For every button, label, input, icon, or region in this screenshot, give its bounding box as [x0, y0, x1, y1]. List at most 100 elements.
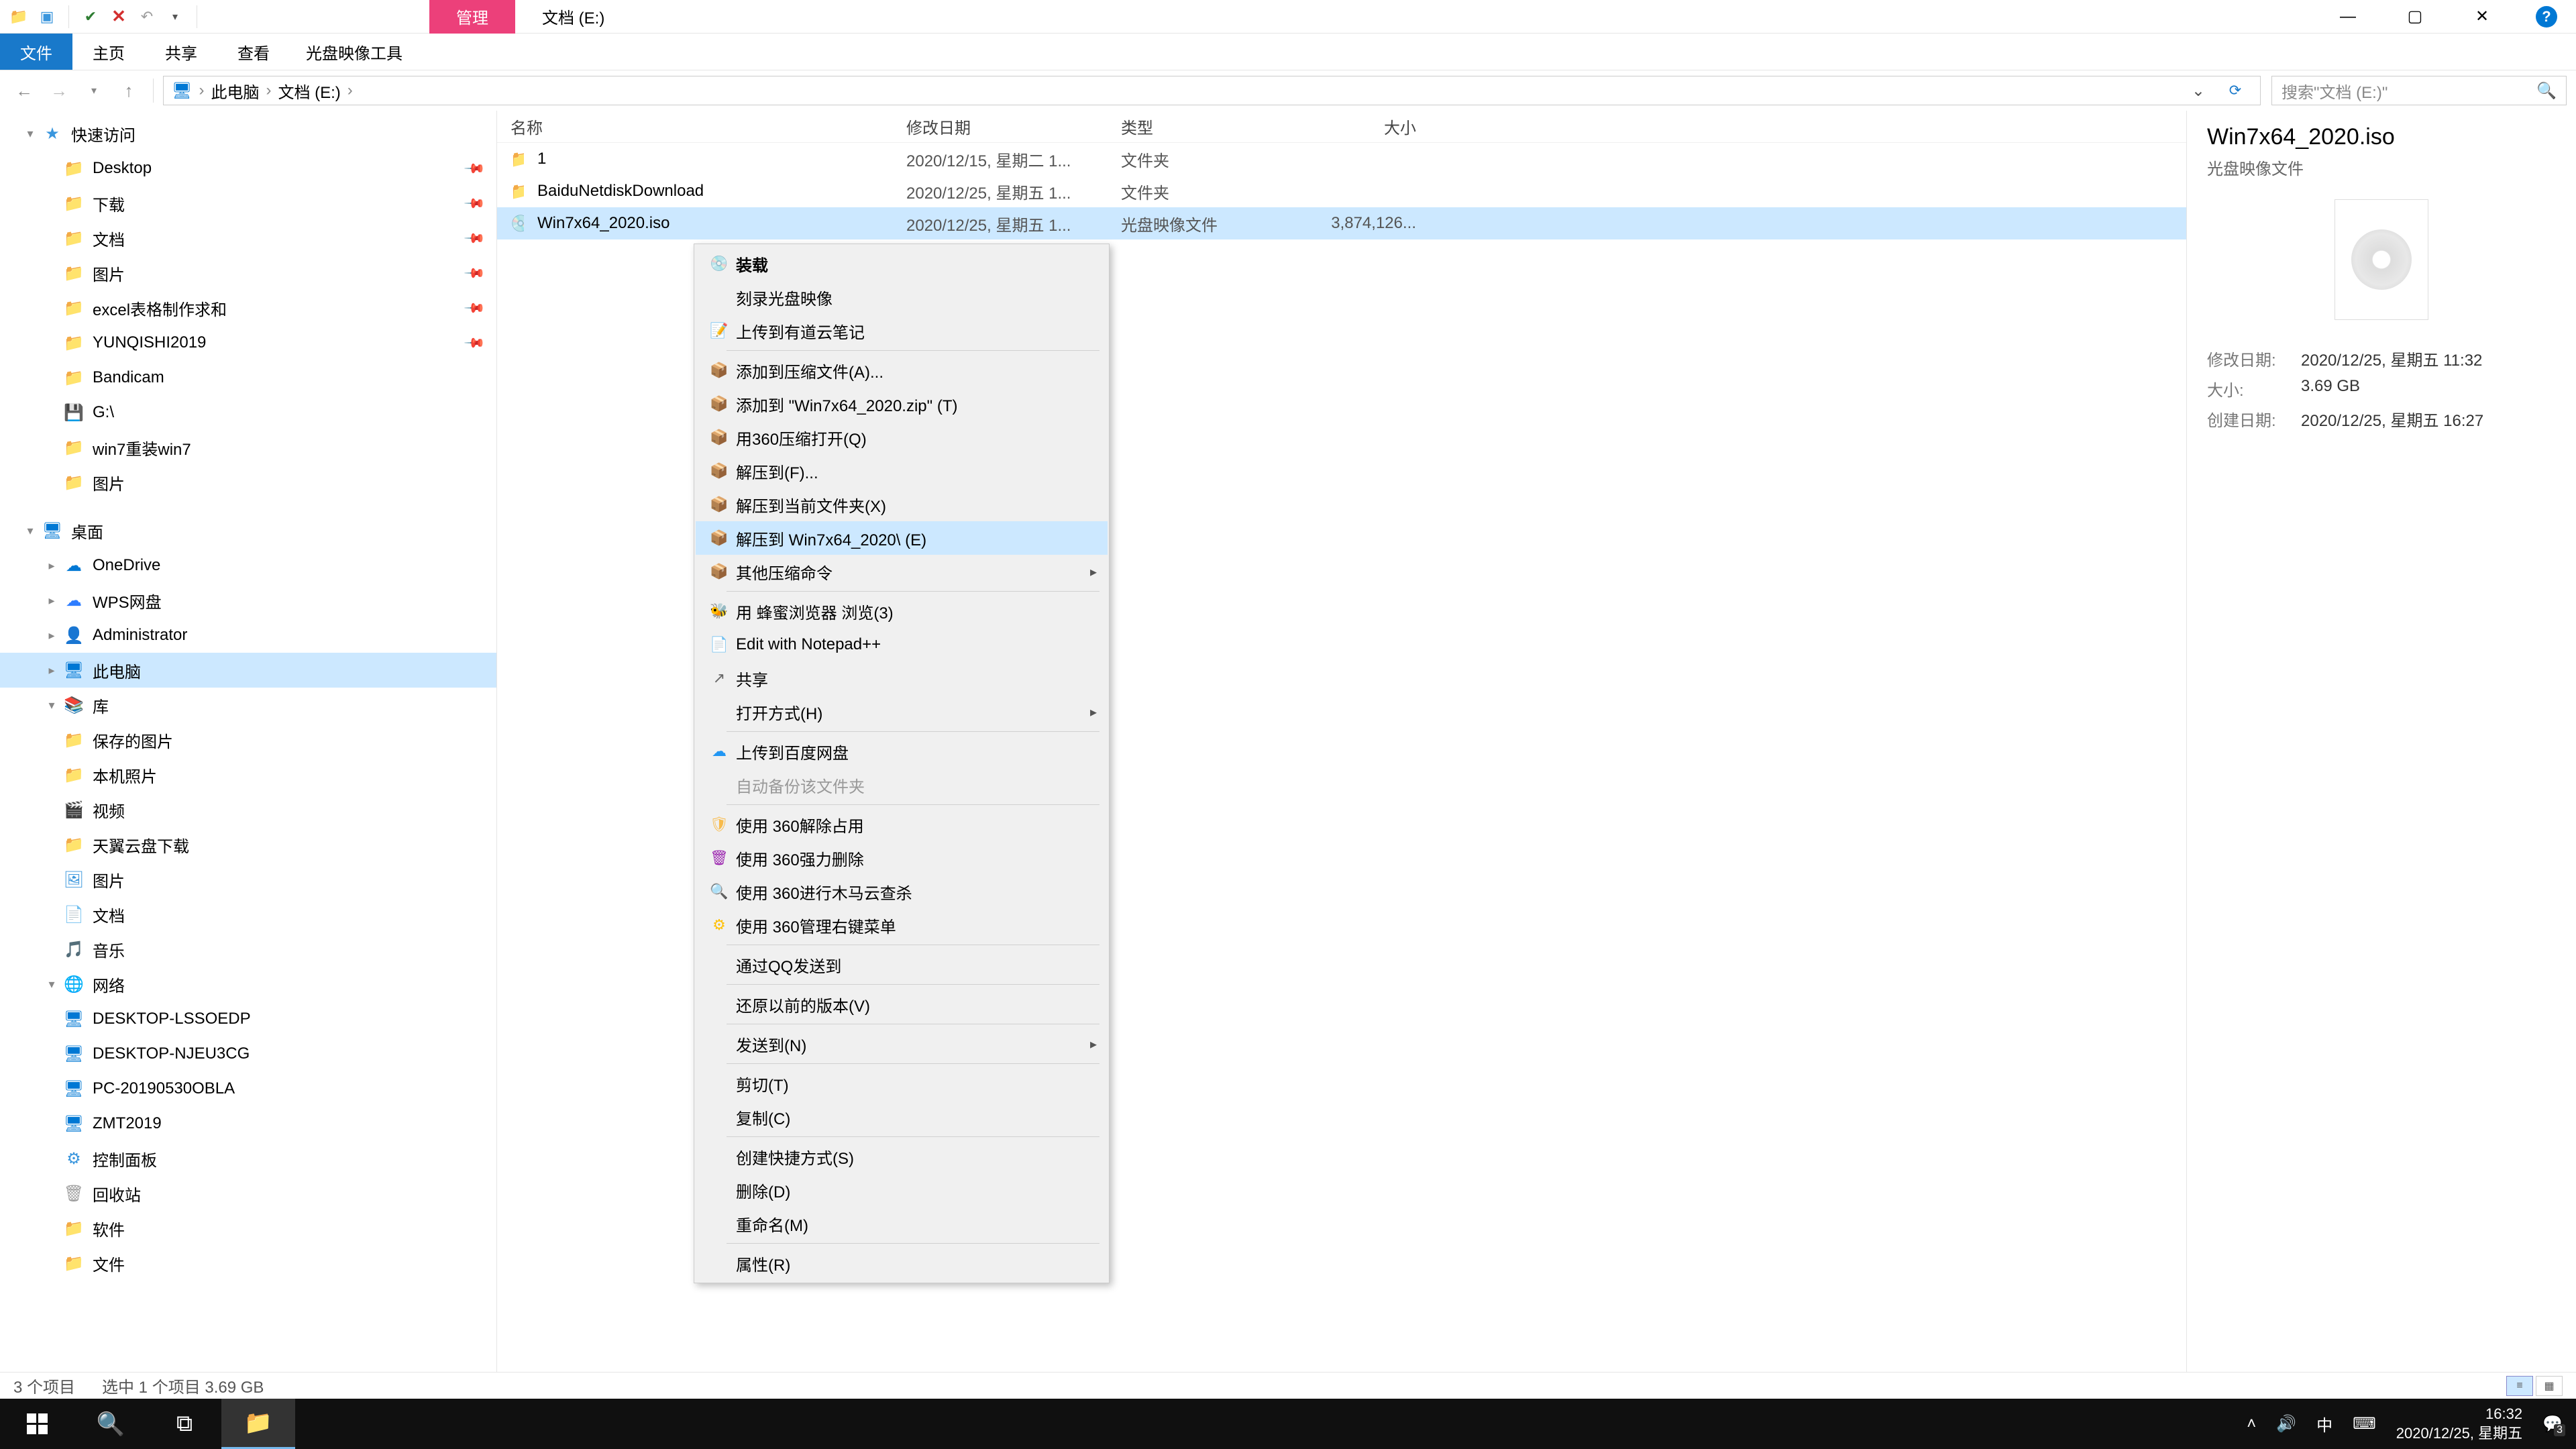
expand-icon[interactable]: ▾	[20, 127, 40, 141]
tree-item[interactable]: ⚙控制面板	[0, 1141, 496, 1176]
file-row[interactable]: 💿Win7x64_2020.iso2020/12/25, 星期五 1...光盘映…	[497, 207, 2186, 239]
file-row[interactable]: 📁12020/12/15, 星期二 1...文件夹	[497, 143, 2186, 175]
breadcrumb-pc[interactable]: 此电脑	[211, 79, 259, 103]
tree-item[interactable]: 📁图片	[0, 465, 496, 500]
undo-icon[interactable]: ↶	[136, 6, 158, 28]
breadcrumb-drive[interactable]: 文档 (E:)	[278, 79, 340, 103]
context-menu-item[interactable]: 📦添加到 "Win7x64_2020.zip" (T)	[696, 387, 1108, 421]
tree-item[interactable]: 📁YUNQISHI2019📌	[0, 325, 496, 360]
tree-item[interactable]: 📁Desktop📌	[0, 151, 496, 186]
explorer-taskbar-icon[interactable]: 📁	[221, 1399, 295, 1449]
tree-item[interactable]: ▾🌐网络	[0, 967, 496, 1002]
tray-chevron-icon[interactable]: ˄	[2247, 1415, 2256, 1434]
tab-file[interactable]: 文件	[0, 34, 72, 70]
tree-item[interactable]: 🗑回收站	[0, 1176, 496, 1211]
tree-item[interactable]: 🖥DESKTOP-LSSOEDP	[0, 1002, 496, 1036]
context-menu-item[interactable]: 💿装载	[696, 247, 1108, 280]
tree-item[interactable]: 🎬视频	[0, 792, 496, 827]
details-view-button[interactable]: ≡	[2506, 1376, 2533, 1396]
context-menu-item[interactable]: 通过QQ发送到	[696, 948, 1108, 981]
minimize-button[interactable]: —	[2328, 3, 2368, 30]
context-menu-item[interactable]: 📄Edit with Notepad++	[696, 628, 1108, 661]
context-menu-item[interactable]: 📦添加到压缩文件(A)...	[696, 354, 1108, 387]
expand-icon[interactable]: ▾	[20, 524, 40, 538]
context-menu-item[interactable]: 📝上传到有道云笔记	[696, 314, 1108, 347]
context-menu-item[interactable]: 🔍使用 360进行木马云查杀	[696, 875, 1108, 908]
back-button[interactable]: ←	[9, 76, 39, 105]
col-name[interactable]: 名称	[497, 115, 893, 138]
expand-icon[interactable]: ▸	[42, 663, 62, 678]
column-headers[interactable]: 名称 修改日期 类型 大小	[497, 111, 2186, 143]
task-view-button[interactable]: ⧉	[148, 1399, 221, 1449]
tree-item[interactable]: 📁文档📌	[0, 221, 496, 256]
context-menu-item[interactable]: 📦解压到 Win7x64_2020\ (E)	[696, 521, 1108, 555]
tree-item[interactable]: 📁excel表格制作求和📌	[0, 290, 496, 325]
context-menu-item[interactable]: 还原以前的版本(V)	[696, 987, 1108, 1021]
tree-item[interactable]: ▾★快速访问	[0, 116, 496, 151]
context-menu-item[interactable]: ☁上传到百度网盘	[696, 735, 1108, 768]
start-button[interactable]	[0, 1399, 74, 1449]
close-x-icon[interactable]: ✕	[108, 6, 129, 28]
up-button[interactable]: ↑	[114, 76, 144, 105]
navigation-tree[interactable]: ▾★快速访问📁Desktop📌📁下载📌📁文档📌📁图片📌📁excel表格制作求和📌…	[0, 111, 496, 1372]
context-menu-item[interactable]: 📦其他压缩命令▸	[696, 555, 1108, 588]
tree-item[interactable]: 📁下载📌	[0, 186, 496, 221]
close-button[interactable]: ✕	[2462, 3, 2502, 30]
keyboard-icon[interactable]: ⌨	[2353, 1414, 2376, 1434]
context-menu-item[interactable]: 创建快捷方式(S)	[696, 1140, 1108, 1173]
expand-icon[interactable]: ▾	[42, 698, 62, 712]
tree-item[interactable]: ▸☁WPS网盘	[0, 583, 496, 618]
context-menu-item[interactable]: 复制(C)	[696, 1100, 1108, 1134]
tree-item[interactable]: ▸☁OneDrive	[0, 548, 496, 583]
context-menu-item[interactable]: 🐝用 蜂蜜浏览器 浏览(3)	[696, 594, 1108, 628]
expand-icon[interactable]: ▸	[42, 559, 62, 573]
context-menu-item[interactable]: 🗑使用 360强力删除	[696, 841, 1108, 875]
context-menu-item[interactable]: 属性(R)	[696, 1246, 1108, 1280]
context-menu-item[interactable]: 重命名(M)	[696, 1207, 1108, 1240]
context-menu[interactable]: 💿装载刻录光盘映像📝上传到有道云笔记📦添加到压缩文件(A)...📦添加到 "Wi…	[694, 244, 1110, 1283]
tab-iso-tools[interactable]: 光盘映像工具	[290, 34, 419, 70]
context-menu-item[interactable]: 发送到(N)▸	[696, 1027, 1108, 1061]
tab-share[interactable]: 共享	[145, 34, 217, 70]
context-menu-item[interactable]: 剪切(T)	[696, 1067, 1108, 1100]
tree-item[interactable]: 🖥PC-20190530OBLA	[0, 1071, 496, 1106]
expand-icon[interactable]: ▾	[42, 977, 62, 991]
tree-item[interactable]: 📁软件	[0, 1211, 496, 1246]
context-menu-item[interactable]: 📦用360压缩打开(Q)	[696, 421, 1108, 454]
qat-dropdown-icon[interactable]: ▾	[164, 6, 186, 28]
clock[interactable]: 16:32 2020/12/25, 星期五	[2396, 1405, 2522, 1443]
file-row[interactable]: 📁BaiduNetdiskDownload2020/12/25, 星期五 1..…	[497, 175, 2186, 207]
volume-icon[interactable]: 🔊	[2276, 1414, 2296, 1434]
recent-dropdown-icon[interactable]: ▾	[79, 76, 109, 105]
context-menu-item[interactable]: 📦解压到(F)...	[696, 454, 1108, 488]
tree-item[interactable]: 🖥DESKTOP-NJEU3CG	[0, 1036, 496, 1071]
expand-icon[interactable]: ▸	[42, 629, 62, 643]
tree-item[interactable]: 🖼图片	[0, 862, 496, 897]
tree-item[interactable]: 📁天翼云盘下载	[0, 827, 496, 862]
tree-item[interactable]: 📄文档	[0, 897, 496, 932]
context-menu-item[interactable]: 打开方式(H)▸	[696, 695, 1108, 729]
tree-item[interactable]: ▸👤Administrator	[0, 618, 496, 653]
taskbar[interactable]: 🔍 ⧉ 📁 ˄ 🔊 中 ⌨ 16:32 2020/12/25, 星期五 💬3	[0, 1399, 2576, 1449]
tree-item[interactable]: 🖥ZMT2019	[0, 1106, 496, 1141]
context-menu-item[interactable]: ⚙使用 360管理右键菜单	[696, 908, 1108, 942]
tree-item[interactable]: 📁图片📌	[0, 256, 496, 290]
open-icon[interactable]: ▣	[36, 6, 58, 28]
tree-item[interactable]: ▾🖥桌面	[0, 513, 496, 548]
tree-item[interactable]: 📁Bandicam	[0, 360, 496, 395]
context-menu-item[interactable]: ↗共享	[696, 661, 1108, 695]
forward-button[interactable]: →	[44, 76, 74, 105]
col-type[interactable]: 类型	[1108, 115, 1295, 138]
refresh-icon[interactable]: ⟳	[2218, 82, 2252, 99]
context-menu-item[interactable]: 📦解压到当前文件夹(X)	[696, 488, 1108, 521]
search-button[interactable]: 🔍	[74, 1399, 148, 1449]
check-icon[interactable]: ✔	[80, 6, 101, 28]
maximize-button[interactable]: ▢	[2395, 3, 2435, 30]
tab-view[interactable]: 查看	[217, 34, 290, 70]
breadcrumb-dropdown-icon[interactable]: ⌄	[2192, 81, 2205, 101]
breadcrumb[interactable]: 🖥 › 此电脑 › 文档 (E:) › ⌄ ⟳	[163, 76, 2261, 105]
tree-item[interactable]: ▾📚库	[0, 688, 496, 722]
notification-icon[interactable]: 💬3	[2542, 1414, 2563, 1434]
thumbnails-view-button[interactable]: ▦	[2536, 1376, 2563, 1396]
tree-item[interactable]: 🎵音乐	[0, 932, 496, 967]
